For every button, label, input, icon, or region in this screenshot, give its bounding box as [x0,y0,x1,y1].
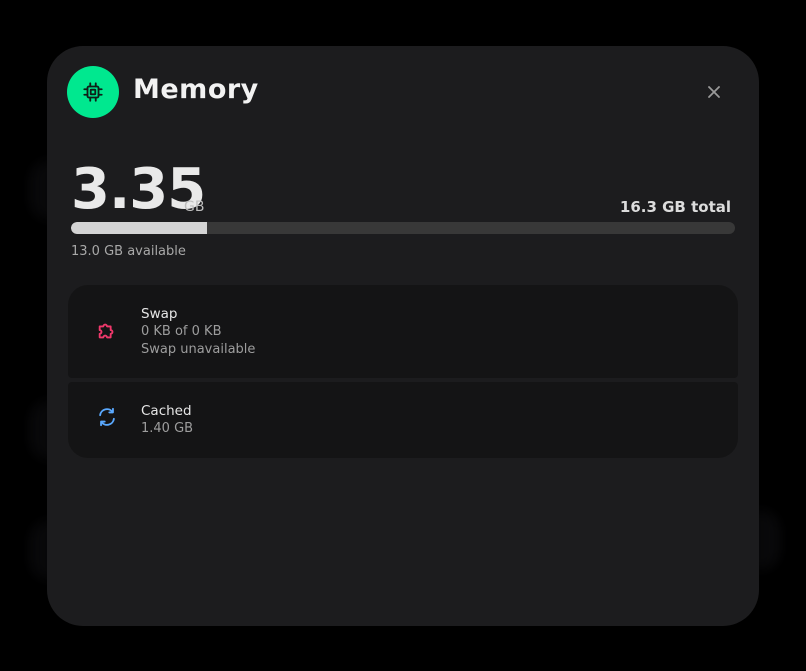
swap-status: Swap unavailable [141,342,256,357]
cpu-chip-icon [83,82,103,102]
panel-title: Memory [133,74,259,105]
memory-usage-bar-fill [71,222,208,234]
swap-usage: 0 KB of 0 KB [141,324,222,339]
puzzle-icon-wrap [95,319,119,343]
memory-panel: Memory 3.35 GB 16.3 GB total 13.0 GB ava… [47,46,759,626]
swap-card: Swap 0 KB of 0 KB Swap unavailable [68,285,738,378]
cached-card: Cached 1.40 GB [68,382,738,458]
memory-used-unit: GB [184,199,205,215]
cached-title: Cached [141,403,192,419]
cached-value: 1.40 GB [141,421,194,436]
cached-text: Cached 1.40 GB [141,402,193,438]
memory-usage-bar [71,222,735,234]
refresh-icon [99,407,115,427]
close-icon [708,86,720,98]
puzzle-icon [98,323,114,339]
swap-title: Swap [141,306,178,322]
cpu-chip-icon-badge [67,66,119,118]
memory-total-label: 16.3 GB total [619,198,731,216]
swap-text: Swap 0 KB of 0 KB Swap unavailable [141,305,255,359]
memory-available-label: 13.0 GB available [71,244,186,259]
close-button[interactable] [701,79,727,105]
refresh-icon-wrap [95,405,119,429]
